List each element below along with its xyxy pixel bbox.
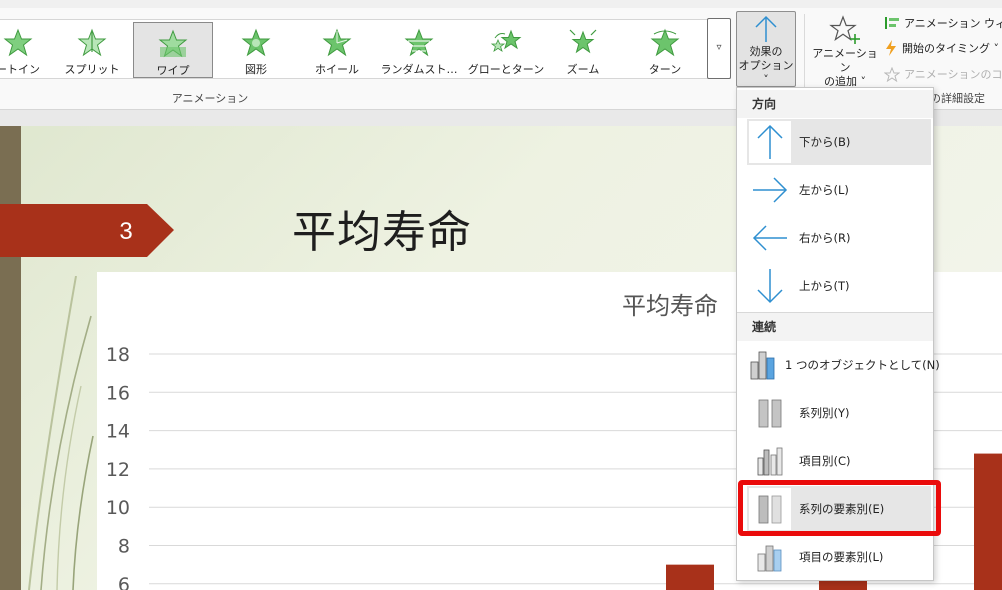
y-tick-label: 6 (118, 574, 130, 590)
ribbon-group-label: アニメーション (171, 92, 249, 105)
gallery-item-label: ターン (648, 63, 682, 76)
gallery-item-shape[interactable]: 図形 (222, 22, 290, 78)
gallery-item-wipe[interactable]: ワイプ (133, 22, 213, 78)
add-animation-button[interactable]: アニメーション の追加 ˅ (811, 13, 879, 88)
trigger-button[interactable]: 開始のタイミング ˅ (884, 38, 999, 58)
star-wheel-icon (322, 28, 352, 57)
arrow-up-icon (757, 124, 783, 159)
gallery-item-label: グローとターン (467, 63, 545, 76)
sequence-label: 系列別(Y) (799, 406, 850, 420)
direction-from-bottom[interactable]: 下から(B) (747, 119, 931, 165)
grass-decoration (28, 276, 94, 590)
section-header-sequence: 連続 (737, 313, 933, 341)
by-series-icon (758, 399, 782, 428)
gallery-item-zoom[interactable]: ズーム (552, 22, 614, 78)
ribbon-separator (804, 14, 805, 96)
gallery-item-label: 図形 (245, 63, 267, 76)
direction-label: 下から(B) (799, 135, 851, 149)
star-zoom-icon (569, 29, 597, 54)
gallery-item-swivel[interactable]: ターン (634, 22, 696, 78)
star-swivel-icon (650, 28, 680, 57)
star-grow-turn-icon (490, 29, 522, 52)
sequence-by-category[interactable]: 項目別(C) (747, 438, 931, 484)
sequence-label: 1 つのオブジェクトとして(N) (785, 358, 940, 372)
y-tick-label: 8 (118, 536, 130, 558)
as-one-object-icon (750, 351, 775, 380)
gallery-item-label: ズーム (566, 63, 600, 76)
by-category-icon (757, 447, 783, 476)
section-header-direction: 方向 (737, 90, 933, 118)
animation-painter-label: アニメーションのコピー (904, 68, 1002, 81)
star-random-bars-icon (404, 28, 434, 57)
trigger-label: 開始のタイミング ˅ (902, 42, 999, 55)
animation-painter-icon (884, 66, 900, 82)
animation-pane-label: アニメーション ウィンド (904, 17, 1002, 30)
gallery-more-button[interactable]: ▿ (707, 18, 731, 79)
add-animation-label-1: アニメーション (812, 47, 878, 74)
gallery-item-split[interactable]: スプリット (58, 22, 126, 78)
y-tick-label: 12 (106, 459, 130, 481)
y-tick-label: 16 (106, 382, 130, 404)
direction-label: 左から(L) (799, 183, 849, 197)
gallery-item-label: ワイプ (156, 64, 190, 77)
gallery-item-label: ートイン (0, 63, 40, 76)
sequence-as-one-object[interactable]: 1 つのオブジェクトとして(N) (747, 342, 940, 388)
arrow-down-icon (757, 269, 783, 304)
chart-bar[interactable] (666, 564, 714, 590)
gallery-item-grow-turn[interactable]: グローとターン (466, 22, 546, 78)
direction-label: 上から(T) (799, 279, 850, 293)
y-tick-label: 10 (106, 497, 130, 519)
gallery-item-float-in[interactable]: ートイン (0, 22, 48, 78)
animation-pane-button[interactable]: アニメーション ウィンド (884, 13, 1002, 33)
gallery-item-label: ホイール (315, 63, 359, 76)
sequence-label: 項目別(C) (799, 454, 851, 468)
red-highlight-box (738, 480, 941, 536)
arrow-up-icon (755, 15, 777, 42)
lightning-icon (886, 40, 896, 56)
chart-title: 平均寿命 (622, 292, 718, 320)
animation-gallery: ートイン スプリット ワイプ 図形 ホイール ランダムスト… グローとターン ズ… (0, 19, 731, 79)
ribbon-top-strip (0, 0, 1002, 8)
gallery-item-random-bars[interactable]: ランダムスト… (380, 22, 458, 78)
by-element-in-category-icon (757, 545, 782, 572)
slide-number: 3 (119, 218, 133, 245)
star-icon (3, 28, 33, 57)
arrow-right-icon (753, 177, 788, 203)
gallery-item-wheel[interactable]: ホイール (302, 22, 372, 78)
sequence-by-element-in-category[interactable]: 項目の要素別(L) (747, 534, 931, 580)
slide-side-bar (0, 126, 21, 590)
advanced-animation-group-label: の詳細設定 (930, 92, 985, 105)
y-tick-label: 18 (106, 344, 130, 366)
arrow-left-icon (752, 225, 787, 251)
animation-painter-button[interactable]: アニメーションのコピー (884, 64, 1002, 84)
animation-pane-icon (885, 17, 899, 29)
gallery-item-label: ランダムスト… (380, 63, 458, 76)
direction-from-right[interactable]: 右から(R) (747, 215, 931, 261)
direction-label: 右から(R) (799, 231, 851, 245)
add-star-icon (829, 15, 860, 44)
direction-from-top[interactable]: 上から(T) (747, 263, 931, 309)
sequence-label: 項目の要素別(L) (799, 550, 884, 564)
star-split-icon (77, 28, 107, 57)
effect-options-label-1: 効果の (749, 45, 783, 58)
slide-number-tag (0, 204, 174, 257)
slide-title: 平均寿命 (292, 207, 472, 258)
effect-options-label-2: オプション ˅ (738, 59, 794, 86)
y-tick-label: 14 (106, 421, 130, 443)
sequence-by-series[interactable]: 系列別(Y) (747, 390, 931, 436)
star-wipe-icon (158, 29, 188, 58)
gallery-item-label: スプリット (64, 63, 120, 76)
effect-options-button[interactable]: 効果の オプション ˅ (736, 11, 796, 87)
star-shape-icon (241, 28, 271, 57)
chart-bar[interactable] (974, 453, 1002, 590)
direction-from-left[interactable]: 左から(L) (747, 167, 931, 213)
